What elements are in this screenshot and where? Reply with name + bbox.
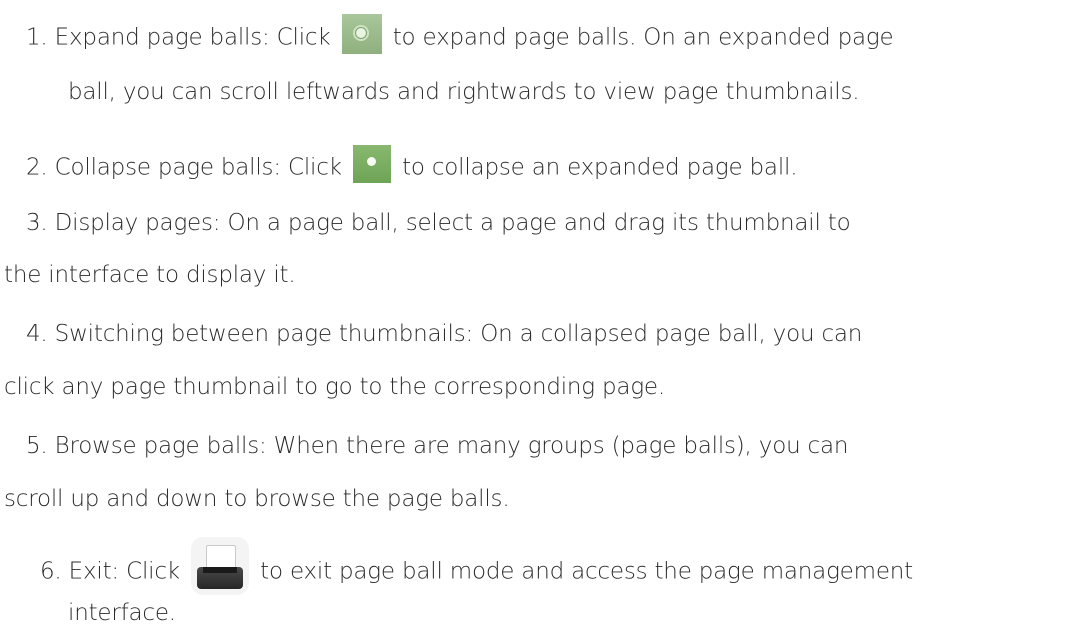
tray-icon: [197, 567, 244, 589]
step-5-number: 5.: [26, 433, 48, 459]
step-3-number: 3.: [26, 210, 48, 236]
step-4: 4. Switching between page thumbnails: On…: [26, 319, 862, 349]
expand-page-ball-icon: [341, 14, 382, 54]
step-2-number: 2.: [26, 154, 48, 181]
step-2-text: Collapse page balls: Click: [54, 154, 342, 181]
step-3-text: Display pages: On a page ball, select a …: [54, 210, 851, 236]
step-3: 3. Display pages: On a page ball, select…: [26, 208, 851, 238]
step-6-text: Exit: Click: [68, 558, 180, 585]
step-5: 5. Browse page balls: When there are man…: [26, 431, 848, 461]
step-5-text: Browse page balls: When there are many g…: [54, 433, 849, 459]
step-2: 2. Collapse page balls: Click to collaps…: [26, 145, 798, 187]
step-1-continuation: ball, you can scroll leftwards and right…: [68, 79, 860, 105]
step-5-continuation: scroll up and down to browse the page ba…: [4, 486, 510, 512]
step-6-continuation: interface.: [68, 600, 176, 626]
step-6: 6. Exit: Click to exit page ball mode an…: [40, 537, 913, 601]
step-1: 1. Expand page balls: Click to expand pa…: [26, 14, 894, 58]
step-4-text: Switching between page thumbnails: On a …: [54, 321, 863, 347]
page-management-icon: [191, 537, 250, 595]
step-6-text-after: to exit page ball mode and access the pa…: [260, 558, 913, 585]
step-1-text-after: to expand page balls. On an expanded pag…: [392, 24, 894, 51]
step-1-number: 1.: [26, 24, 48, 51]
step-6-number: 6.: [40, 558, 62, 585]
step-4-continuation: click any page thumbnail to go to the co…: [4, 374, 665, 400]
collapse-page-ball-icon: [352, 145, 391, 183]
step-4-number: 4.: [26, 321, 48, 347]
step-1-text: Expand page balls: Click: [54, 24, 331, 51]
step-2-text-after: to collapse an expanded page ball.: [402, 154, 798, 181]
step-3-continuation: the interface to display it.: [4, 262, 296, 288]
